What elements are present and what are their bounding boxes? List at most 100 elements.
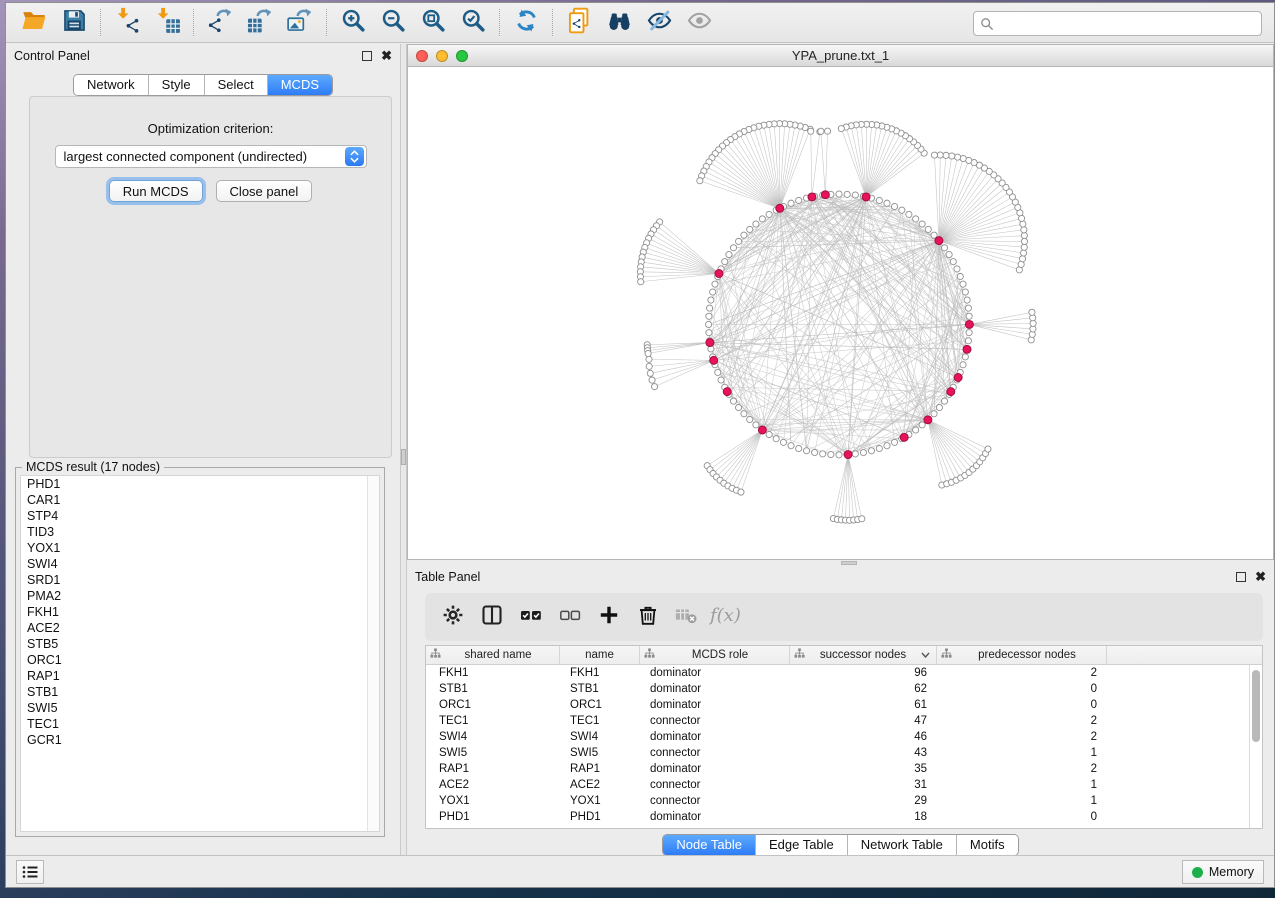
network-node[interactable] — [646, 356, 652, 362]
mcds-node[interactable] — [821, 191, 829, 199]
mcds-result-item[interactable]: SWI5 — [21, 700, 379, 716]
network-node[interactable] — [949, 153, 955, 159]
network-node[interactable] — [836, 452, 842, 458]
export-network-button[interactable] — [200, 6, 240, 40]
search-box[interactable] — [973, 11, 1262, 36]
zoom-in-button[interactable] — [333, 6, 373, 40]
network-node[interactable] — [860, 449, 866, 455]
network-node[interactable] — [966, 330, 972, 336]
network-node[interactable] — [722, 259, 728, 265]
network-node[interactable] — [796, 445, 802, 451]
network-node[interactable] — [1021, 227, 1027, 233]
network-canvas[interactable] — [407, 67, 1274, 560]
cell-successor-nodes[interactable]: 43 — [790, 745, 937, 761]
network-node[interactable] — [838, 126, 844, 132]
cell-MCDS-role[interactable]: dominator — [640, 681, 790, 697]
mcds-result-item[interactable]: STB1 — [21, 684, 379, 700]
mcds-node[interactable] — [862, 193, 870, 201]
network-node[interactable] — [824, 128, 830, 134]
network-node[interactable] — [931, 411, 937, 417]
network-node[interactable] — [946, 251, 952, 257]
tab-edge-table[interactable]: Edge Table — [756, 835, 848, 855]
mcds-result-item[interactable]: SRD1 — [21, 572, 379, 588]
network-node[interactable] — [766, 211, 772, 217]
network-node[interactable] — [937, 152, 943, 158]
network-node[interactable] — [712, 281, 718, 287]
table-row[interactable]: FKH1FKH1dominator962 — [426, 665, 1249, 681]
scrollbar-thumb[interactable] — [1252, 670, 1260, 742]
network-node[interactable] — [884, 200, 890, 206]
cell-name[interactable]: ACE2 — [560, 777, 640, 793]
table-row[interactable]: SWI4SWI4dominator462 — [426, 729, 1249, 745]
search-input[interactable] — [994, 14, 1261, 34]
network-node[interactable] — [788, 200, 794, 206]
show-all-button[interactable] — [679, 6, 719, 40]
tab-network-table[interactable]: Network Table — [848, 835, 957, 855]
tab-select[interactable]: Select — [205, 75, 268, 95]
cell-name[interactable]: FKH1 — [560, 665, 640, 681]
cell-shared-name[interactable]: RAP1 — [426, 761, 560, 777]
table-row[interactable]: ORC1ORC1dominator610 — [426, 697, 1249, 713]
network-node[interactable] — [868, 448, 874, 454]
network-node[interactable] — [891, 439, 897, 445]
cell-predecessor-nodes[interactable]: 2 — [937, 665, 1107, 681]
mcds-result-item[interactable]: STP4 — [21, 508, 379, 524]
cell-successor-nodes[interactable]: 96 — [790, 665, 937, 681]
mcds-result-item[interactable]: ACE2 — [21, 620, 379, 636]
network-node[interactable] — [899, 207, 905, 213]
column-header-predecessor-nodes[interactable]: predecessor nodes — [937, 646, 1107, 664]
mcds-result-item[interactable]: CAR1 — [21, 492, 379, 508]
network-node[interactable] — [741, 411, 747, 417]
splitter-handle[interactable] — [401, 449, 406, 465]
mcds-node[interactable] — [776, 204, 784, 212]
network-node[interactable] — [1020, 221, 1026, 227]
mcds-result-item[interactable]: PHD1 — [21, 476, 379, 492]
network-node[interactable] — [964, 297, 970, 303]
network-node[interactable] — [966, 313, 972, 319]
network-node[interactable] — [836, 191, 842, 197]
mcds-result-item[interactable]: STB5 — [21, 636, 379, 652]
table-row[interactable]: STB1STB1dominator620 — [426, 681, 1249, 697]
new-network-from-selection-button[interactable] — [559, 6, 599, 40]
table-row[interactable]: ACE2ACE2connector311 — [426, 777, 1249, 793]
cell-MCDS-role[interactable]: dominator — [640, 665, 790, 681]
cell-predecessor-nodes[interactable]: 1 — [937, 777, 1107, 793]
network-node[interactable] — [730, 245, 736, 251]
cell-shared-name[interactable]: YOX1 — [426, 793, 560, 809]
mcds-node[interactable] — [723, 388, 731, 396]
network-node[interactable] — [706, 330, 712, 336]
network-node[interactable] — [919, 221, 925, 227]
network-node[interactable] — [803, 448, 809, 454]
network-node[interactable] — [913, 427, 919, 433]
task-history-button[interactable] — [16, 860, 44, 884]
network-node[interactable] — [962, 289, 968, 295]
network-node[interactable] — [985, 446, 991, 452]
optimization-criterion-dropdown[interactable]: largest connected component (undirected) — [55, 145, 367, 168]
import-table-from-file-button[interactable] — [147, 6, 187, 40]
network-node[interactable] — [876, 445, 882, 451]
network-node[interactable] — [943, 152, 949, 158]
cell-predecessor-nodes[interactable]: 2 — [937, 761, 1107, 777]
tab-network[interactable]: Network — [74, 75, 149, 95]
network-node[interactable] — [884, 443, 890, 449]
column-header-successor-nodes[interactable]: successor nodes — [790, 646, 937, 664]
cell-successor-nodes[interactable]: 61 — [790, 697, 937, 713]
vertical-splitter[interactable] — [400, 44, 407, 855]
network-node[interactable] — [759, 216, 765, 222]
network-node[interactable] — [788, 443, 794, 449]
mcds-result-list[interactable]: PHD1CAR1STP4TID3YOX1SWI4SRD1PMA2FKH1ACE2… — [20, 475, 380, 832]
network-node[interactable] — [1021, 232, 1027, 238]
network-node[interactable] — [747, 416, 753, 422]
network-node[interactable] — [773, 436, 779, 442]
float-window-icon[interactable] — [1236, 572, 1246, 582]
mcds-list-scrollbar[interactable] — [367, 476, 379, 831]
network-node[interactable] — [647, 370, 653, 376]
network-node[interactable] — [891, 203, 897, 209]
network-node[interactable] — [741, 232, 747, 238]
column-header-name[interactable]: name — [560, 646, 640, 664]
cell-name[interactable]: ORC1 — [560, 697, 640, 713]
network-node[interactable] — [960, 281, 966, 287]
network-node[interactable] — [738, 489, 744, 495]
mcds-result-item[interactable]: RAP1 — [21, 668, 379, 684]
cell-successor-nodes[interactable]: 35 — [790, 761, 937, 777]
